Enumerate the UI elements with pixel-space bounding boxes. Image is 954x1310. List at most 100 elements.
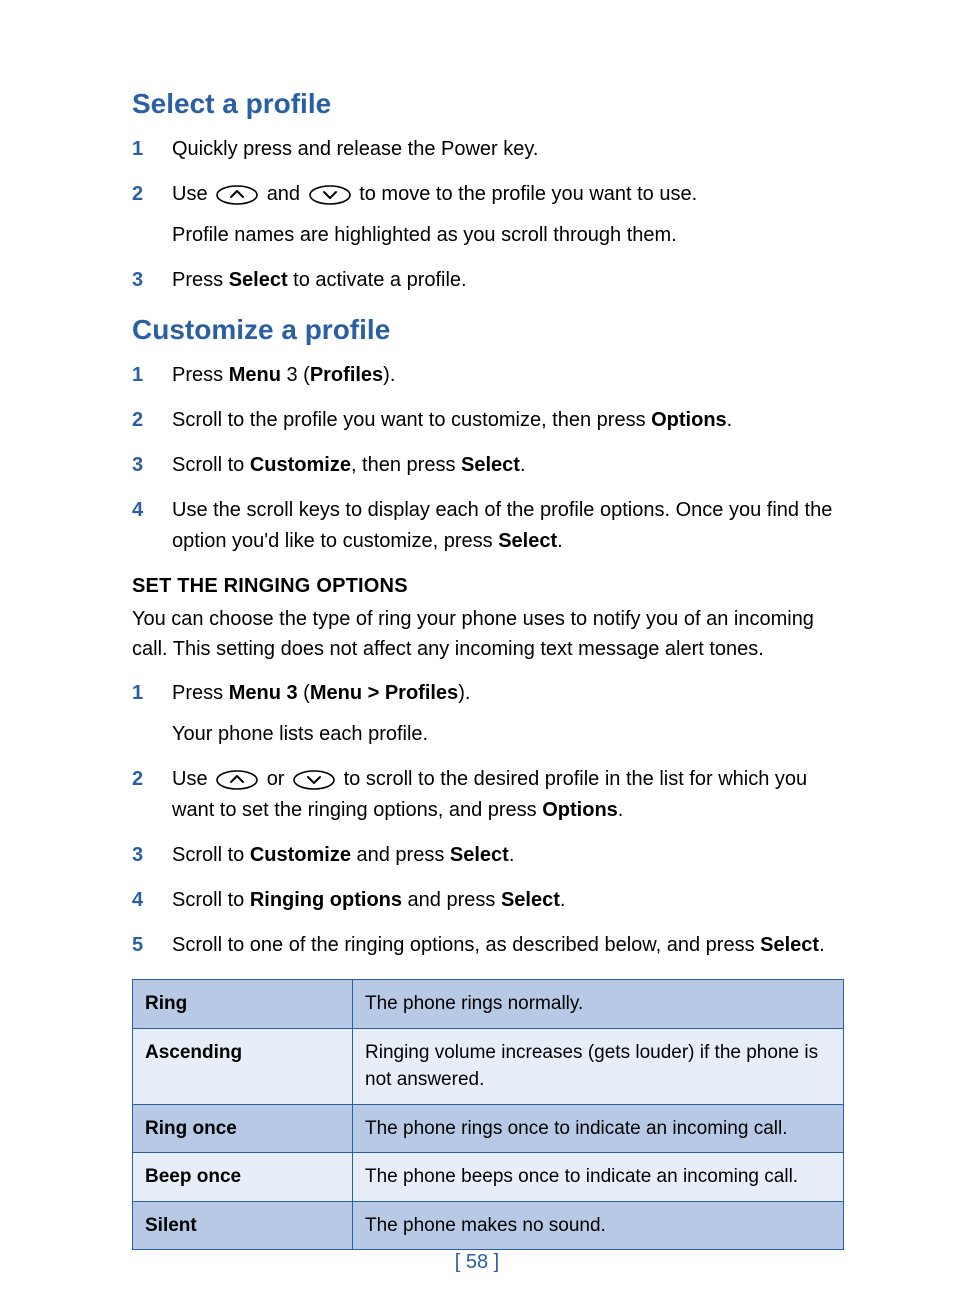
- step: 2 Scroll to the profile you want to cust…: [132, 405, 844, 436]
- text: Use: [172, 183, 213, 205]
- option-name: Silent: [133, 1201, 353, 1250]
- step-text: Press Select to activate a profile.: [172, 269, 467, 291]
- table-row: Ascending Ringing volume increases (gets…: [133, 1028, 844, 1104]
- step-text: Scroll to Customize and press Select.: [172, 844, 514, 866]
- table-row: Ring The phone rings normally.: [133, 980, 844, 1029]
- text: Press: [172, 682, 229, 704]
- text: .: [509, 844, 515, 866]
- text: Use: [172, 768, 213, 790]
- text: Scroll to one of the ringing options, as…: [172, 934, 760, 956]
- option-name: Beep once: [133, 1153, 353, 1202]
- step-number: 4: [132, 495, 143, 526]
- step-text: Scroll to one of the ringing options, as…: [172, 934, 825, 956]
- step-text: Use and to move to the profile you want …: [172, 183, 844, 251]
- step-text: Scroll to the profile you want to custom…: [172, 409, 732, 431]
- text-bold: Ringing options: [250, 889, 402, 911]
- text: Press: [172, 269, 229, 291]
- option-name: Ring once: [133, 1104, 353, 1153]
- text-bold: Profiles: [310, 364, 383, 386]
- scroll-up-icon: [215, 184, 259, 206]
- text: or: [267, 768, 290, 790]
- step-number: 1: [132, 678, 143, 709]
- text: .: [557, 530, 563, 552]
- heading-select-profile: Select a profile: [132, 88, 844, 120]
- table-row: Ring once The phone rings once to indica…: [133, 1104, 844, 1153]
- heading-customize-profile: Customize a profile: [132, 314, 844, 346]
- text: and: [267, 183, 306, 205]
- step-text: Scroll to Customize, then press Select.: [172, 454, 526, 476]
- option-desc: The phone rings once to indicate an inco…: [353, 1104, 844, 1153]
- text: ).: [458, 682, 470, 704]
- step-subtext: Profile names are highlighted as you scr…: [172, 220, 844, 251]
- step: 1 Quickly press and release the Power ke…: [132, 134, 844, 165]
- text-bold: Customize: [250, 844, 351, 866]
- intro-ringing-options: You can choose the type of ring your pho…: [132, 604, 844, 664]
- text-bold: Select: [450, 844, 509, 866]
- step: 1 Press Menu 3 (Menu > Profiles). Your p…: [132, 678, 844, 750]
- steps-customize-profile: 1 Press Menu 3 (Profiles). 2 Scroll to t…: [132, 360, 844, 557]
- text-bold: Menu 3: [229, 682, 298, 704]
- text: to move to the profile you want to use.: [359, 183, 697, 205]
- subheading-ringing-options: SET THE RINGING OPTIONS: [132, 575, 844, 598]
- text: .: [819, 934, 825, 956]
- step: 1 Press Menu 3 (Profiles).: [132, 360, 844, 391]
- text: and press: [402, 889, 501, 911]
- step-number: 3: [132, 840, 143, 871]
- scroll-down-icon: [292, 769, 336, 791]
- text: and press: [351, 844, 450, 866]
- text-bold: Menu: [229, 364, 281, 386]
- text: .: [618, 799, 624, 821]
- step-text: Press Menu 3 (Profiles).: [172, 364, 395, 386]
- step: 5 Scroll to one of the ringing options, …: [132, 930, 844, 961]
- text: Press: [172, 364, 229, 386]
- text-bold: Select: [461, 454, 520, 476]
- table-row: Beep once The phone beeps once to indica…: [133, 1153, 844, 1202]
- text: , then press: [351, 454, 461, 476]
- option-name: Ascending: [133, 1028, 353, 1104]
- step-text: Use or to scroll to the desired profile …: [172, 768, 807, 821]
- step: 2 Use and to move to the profile you wan…: [132, 179, 844, 251]
- manual-page: Select a profile 1 Quickly press and rel…: [0, 0, 954, 1310]
- ringing-options-table: Ring The phone rings normally. Ascending…: [132, 979, 844, 1250]
- text-bold: Menu > Profiles: [310, 682, 458, 704]
- text: Scroll to: [172, 889, 250, 911]
- step-text: Use the scroll keys to display each of t…: [172, 499, 832, 552]
- text-bold: Select: [229, 269, 288, 291]
- step-text: Quickly press and release the Power key.: [172, 138, 538, 160]
- text: .: [520, 454, 526, 476]
- text: ).: [383, 364, 395, 386]
- steps-select-profile: 1 Quickly press and release the Power ke…: [132, 134, 844, 296]
- step: 2 Use or to scroll to the desired profil…: [132, 764, 844, 826]
- step-number: 2: [132, 764, 143, 795]
- step-number: 5: [132, 930, 143, 961]
- step: 4 Scroll to Ringing options and press Se…: [132, 885, 844, 916]
- step-number: 2: [132, 179, 143, 210]
- step-number: 1: [132, 360, 143, 391]
- step-text: Press Menu 3 (Menu > Profiles). Your pho…: [172, 682, 844, 750]
- step-number: 3: [132, 265, 143, 296]
- step: 4 Use the scroll keys to display each of…: [132, 495, 844, 557]
- option-name: Ring: [133, 980, 353, 1029]
- text: (: [298, 682, 310, 704]
- step: 3 Scroll to Customize, then press Select…: [132, 450, 844, 481]
- steps-ringing-options: 1 Press Menu 3 (Menu > Profiles). Your p…: [132, 678, 844, 961]
- page-number: [ 58 ]: [0, 1251, 954, 1274]
- option-desc: The phone makes no sound.: [353, 1201, 844, 1250]
- step-subtext: Your phone lists each profile.: [172, 719, 844, 750]
- text: Scroll to the profile you want to custom…: [172, 409, 651, 431]
- text: Scroll to: [172, 844, 250, 866]
- step-number: 3: [132, 450, 143, 481]
- step-text: Scroll to Ringing options and press Sele…: [172, 889, 565, 911]
- text-bold: Select: [501, 889, 560, 911]
- option-desc: Ringing volume increases (gets louder) i…: [353, 1028, 844, 1104]
- text-bold: Select: [760, 934, 819, 956]
- text-bold: Customize: [250, 454, 351, 476]
- text-bold: Select: [498, 530, 557, 552]
- text: to activate a profile.: [288, 269, 467, 291]
- step-number: 2: [132, 405, 143, 436]
- step-number: 1: [132, 134, 143, 165]
- text-bold: Options: [542, 799, 618, 821]
- scroll-up-icon: [215, 769, 259, 791]
- step: 3 Press Select to activate a profile.: [132, 265, 844, 296]
- text: .: [560, 889, 566, 911]
